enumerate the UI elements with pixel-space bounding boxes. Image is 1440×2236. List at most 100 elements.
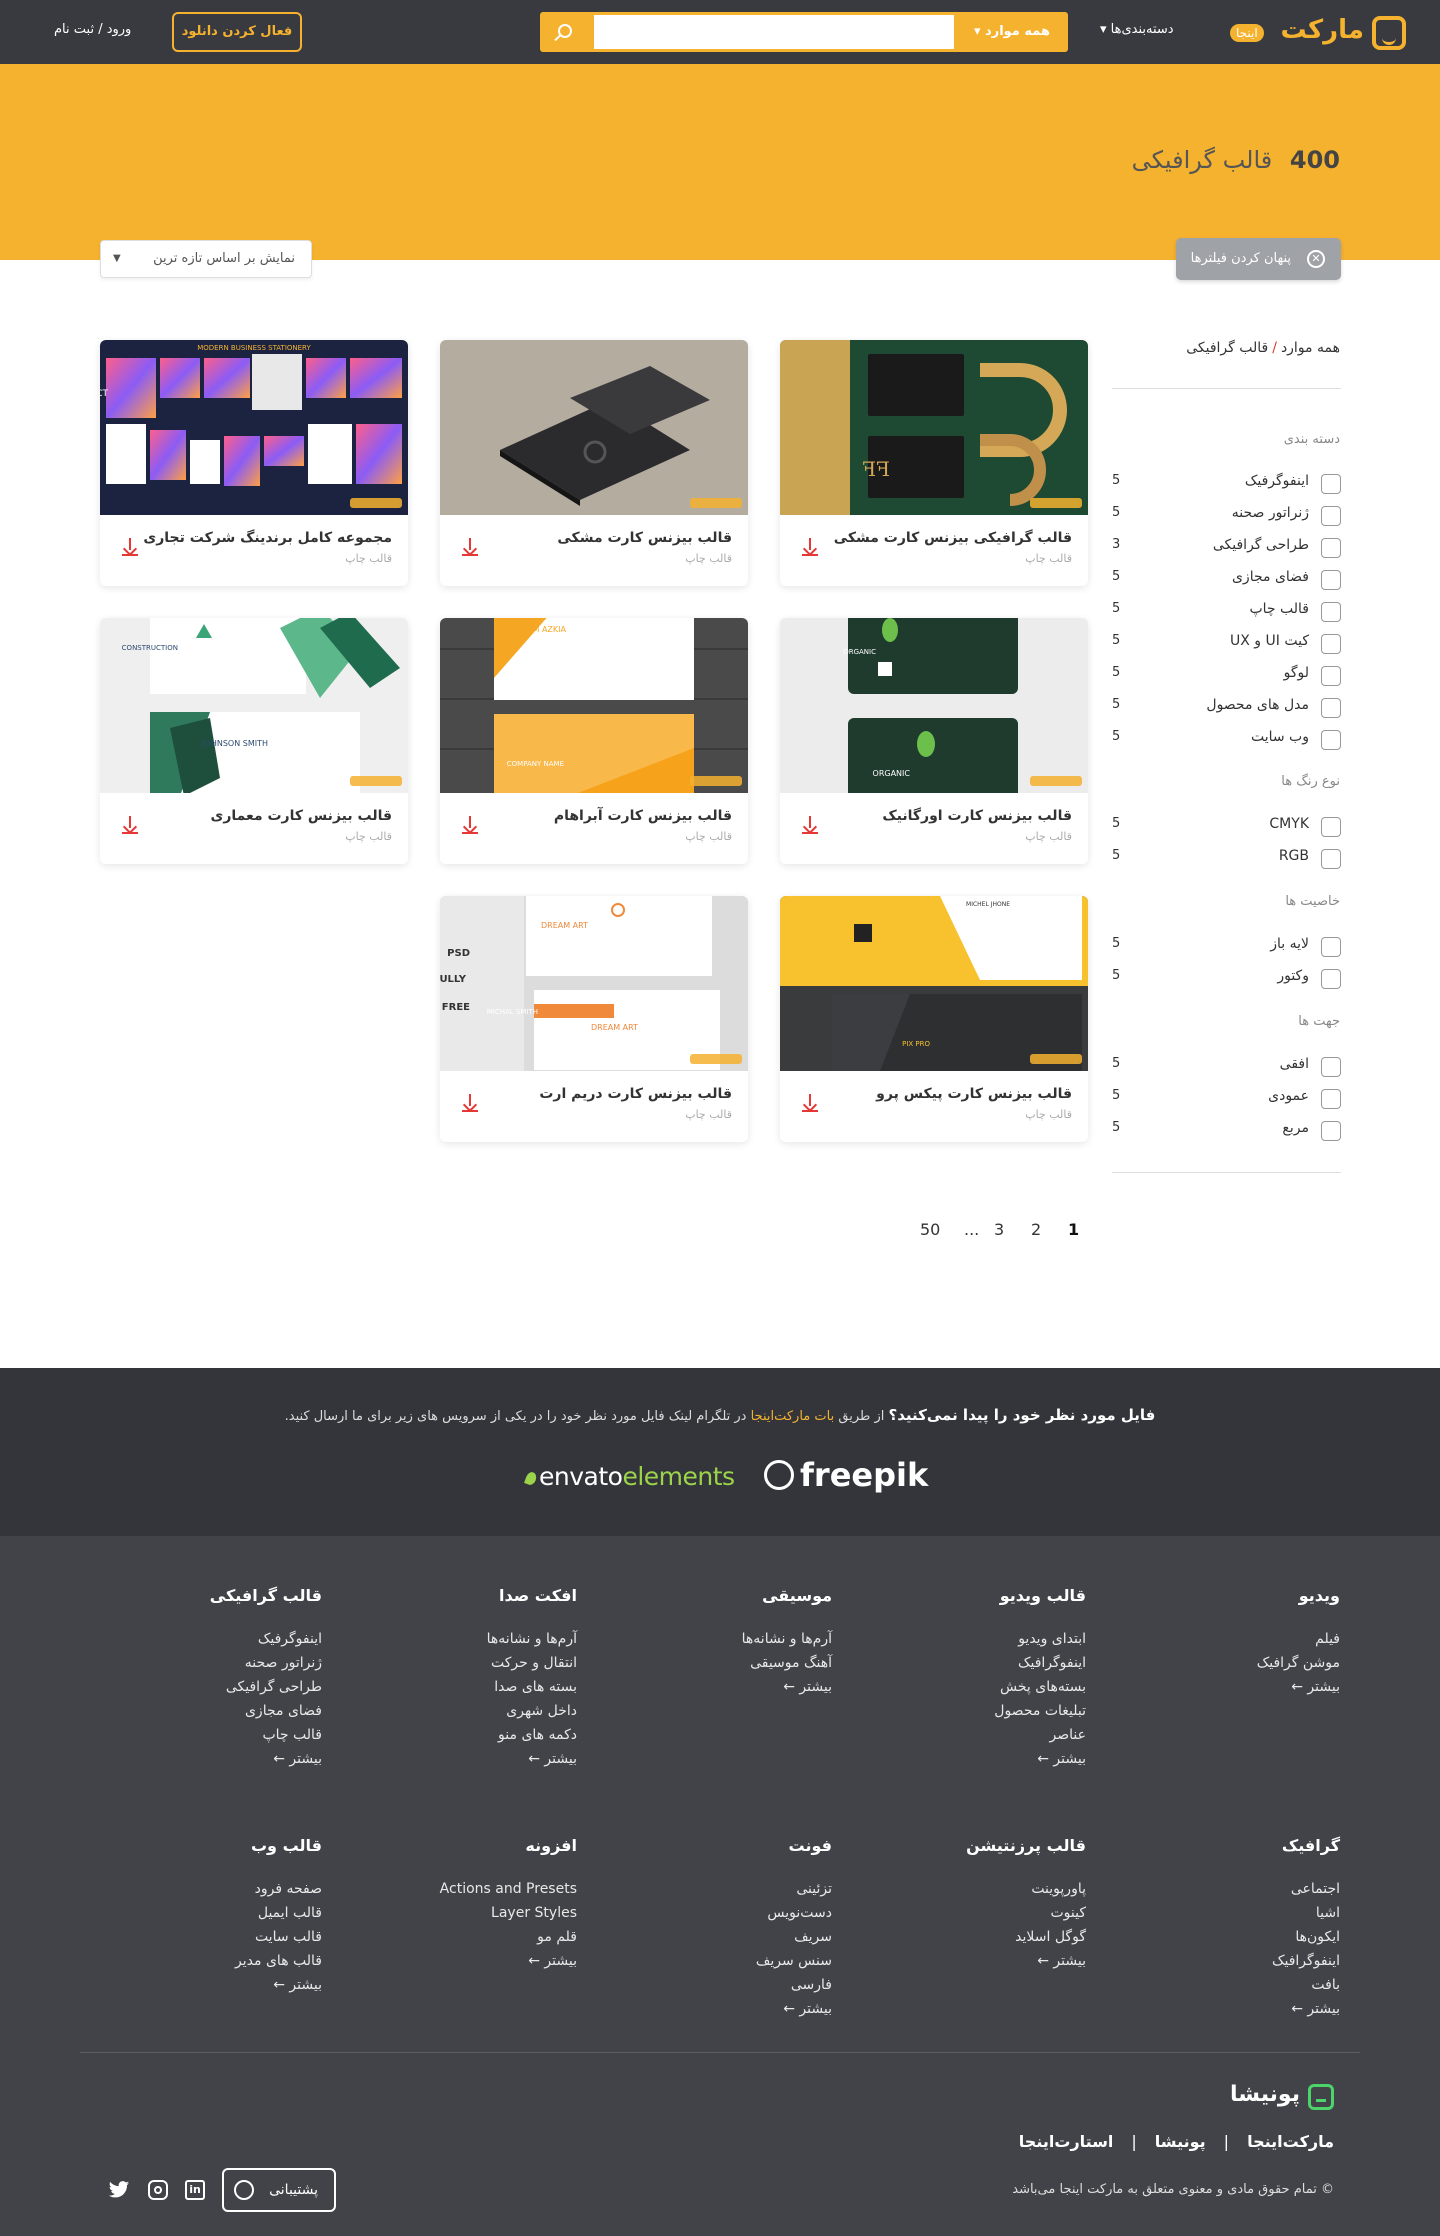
footer-link[interactable]: اجتماعی (1140, 1877, 1340, 1901)
footer-link[interactable]: طراحی گرافیکی (122, 1675, 322, 1699)
telegram-bot-link[interactable]: بات مارکت‌اینجا (751, 1409, 835, 1424)
product-title[interactable]: قالب بیزنس کارت مشکی (557, 530, 732, 546)
checkbox[interactable] (1321, 730, 1341, 750)
download-icon[interactable] (462, 538, 478, 556)
footer-link[interactable]: قالب ایمیل (122, 1901, 322, 1925)
download-icon[interactable] (802, 1094, 818, 1112)
product-title[interactable]: قالب بیزنس کارت دریم ارت (539, 1086, 732, 1102)
product-card[interactable]: CONSTRUCTION JOHNSON SMITH قالب بیزنس کا… (100, 618, 408, 864)
filter-option[interactable]: فضای مجازی 5 (1112, 568, 1341, 590)
brand-link-pooneesha[interactable]: پونیشا (1155, 2132, 1206, 2151)
footer-link[interactable]: Actions and Presets (377, 1877, 577, 1901)
product-title[interactable]: قالب بیزنس کارت آبراهام (554, 808, 732, 824)
product-title[interactable]: قالب بیزنس کارت پیکس پرو (876, 1086, 1072, 1102)
product-thumbnail[interactable]: ORGANIC ORGANIC (780, 618, 1088, 793)
footer-link[interactable]: پاورپوینت (886, 1877, 1086, 1901)
page-link[interactable]: 1 (1068, 1220, 1079, 1239)
breadcrumb-root[interactable]: همه موارد (1281, 340, 1340, 356)
footer-link[interactable]: اینفوگرافیک (1140, 1949, 1340, 1973)
product-title[interactable]: قالب بیزنس کارت معماری (211, 808, 392, 824)
checkbox[interactable] (1321, 1057, 1341, 1077)
page-link[interactable]: 2 (1031, 1220, 1041, 1239)
footer-link[interactable]: اینفوگرفیک (122, 1627, 322, 1651)
page-link[interactable]: 3 (994, 1220, 1004, 1239)
product-card[interactable]: MICHEL JHONE PIX PRO قالب بیزنس کارت پیک… (780, 896, 1088, 1142)
filter-option[interactable]: مدل های محصول 5 (1112, 696, 1341, 718)
footer-link[interactable]: آرم‌ها و نشانه‌ها (632, 1627, 832, 1651)
product-title[interactable]: قالب بیزنس کارت اورگانیک (882, 808, 1072, 824)
pooneesha-logo[interactable]: پونیشا (1208, 2082, 1334, 2112)
product-thumbnail[interactable]: ABRAHAM AZKIA COMPANY NAME (440, 618, 748, 793)
hide-filters-button[interactable]: ✕ پنهان کردن فیلترها (1176, 238, 1341, 280)
footer-link[interactable]: بسته های صدا (377, 1675, 577, 1699)
download-icon[interactable] (802, 538, 818, 556)
brand-link-market[interactable]: مارکت‌اینجا (1247, 2132, 1334, 2151)
footer-more-link[interactable]: بیشتر ← (632, 1675, 832, 1699)
checkbox[interactable] (1321, 937, 1341, 957)
download-icon[interactable] (462, 1094, 478, 1112)
product-card[interactable]: MODERN BUSINESS STATIONERY BSTRACT مجموع… (100, 340, 408, 586)
download-icon[interactable] (462, 816, 478, 834)
filter-option[interactable]: افقی 5 (1112, 1055, 1341, 1077)
filter-option[interactable]: طراحی گرافیکی 3 (1112, 536, 1341, 558)
checkbox[interactable] (1321, 849, 1341, 869)
checkbox[interactable] (1321, 570, 1341, 590)
footer-link[interactable]: Layer Styles (377, 1901, 577, 1925)
product-thumbnail[interactable]: PSD FULLY FREE DREAM ART MICHAL SMITH DR… (440, 896, 748, 1071)
search-category-select[interactable]: همه موارد ▾ (956, 12, 1068, 52)
footer-link[interactable]: سریف (632, 1925, 832, 1949)
product-title[interactable]: مجموعه کامل برندینگ شرکت تجاری (143, 530, 392, 546)
product-thumbnail[interactable]: CONSTRUCTION JOHNSON SMITH (100, 618, 408, 793)
freepik-logo[interactable]: freepik (764, 1456, 928, 1494)
footer-link[interactable]: تبلیغات محصول (886, 1699, 1086, 1723)
checkbox[interactable] (1321, 666, 1341, 686)
footer-link[interactable]: انتقال و حرکت (377, 1651, 577, 1675)
footer-link[interactable]: موشن گرافیک (1140, 1651, 1340, 1675)
checkbox[interactable] (1321, 634, 1341, 654)
instagram-icon[interactable] (148, 2180, 168, 2200)
filter-option[interactable]: قالب چاپ 5 (1112, 600, 1341, 622)
product-card[interactable]: ORGANIC ORGANIC قالب بیزنس کارت اورگانیک… (780, 618, 1088, 864)
categories-menu[interactable]: دسته‌بندی‌ها ▾ (1100, 22, 1174, 37)
footer-more-link[interactable]: بیشتر ← (377, 1747, 577, 1771)
checkbox[interactable] (1321, 1121, 1341, 1141)
download-icon[interactable] (122, 538, 138, 556)
download-icon[interactable] (122, 816, 138, 834)
brand-link-start[interactable]: استارت‌اینجا (1019, 2132, 1114, 2151)
footer-link[interactable]: فیلم (1140, 1627, 1340, 1651)
checkbox[interactable] (1321, 817, 1341, 837)
page-link[interactable]: 50 (920, 1220, 940, 1239)
checkbox[interactable] (1321, 602, 1341, 622)
support-button[interactable]: پشتیبانی (222, 2168, 336, 2212)
footer-more-link[interactable]: بیشتر ← (122, 1747, 322, 1771)
linkedin-icon[interactable]: in (185, 2180, 205, 2200)
footer-link[interactable]: گوگل اسلاید (886, 1925, 1086, 1949)
footer-link[interactable]: اشیا (1140, 1901, 1340, 1925)
footer-link[interactable]: دست‌نویس (632, 1901, 832, 1925)
footer-link[interactable]: ابتدای ویدیو (886, 1627, 1086, 1651)
footer-link[interactable]: قالب سایت (122, 1925, 322, 1949)
product-title[interactable]: قالب گرافیکی بیزنس کارت مشکی (834, 530, 1072, 546)
footer-link[interactable]: فارسی (632, 1973, 832, 1997)
footer-more-link[interactable]: بیشتر ← (122, 1973, 322, 1997)
footer-link[interactable]: آرم‌ها و نشانه‌ها (377, 1627, 577, 1651)
footer-more-link[interactable]: بیشتر ← (1140, 1997, 1340, 2021)
footer-link[interactable]: ژنراتور صحنه (122, 1651, 322, 1675)
footer-link[interactable]: داخل شهری (377, 1699, 577, 1723)
product-card[interactable]: ABRAHAM AZKIA COMPANY NAME قالب بیزنس کا… (440, 618, 748, 864)
envato-elements-logo[interactable]: envatoelements (524, 1462, 735, 1491)
twitter-icon[interactable] (108, 2180, 130, 2200)
footer-link[interactable]: صفحه فرود (122, 1877, 322, 1901)
checkbox[interactable] (1321, 474, 1341, 494)
footer-link[interactable]: کینوت (886, 1901, 1086, 1925)
filter-option[interactable]: اینفوگرفیک 5 (1112, 472, 1341, 494)
filter-option[interactable]: لوگو 5 (1112, 664, 1341, 686)
filter-option[interactable]: CMYK 5 (1112, 815, 1341, 837)
footer-more-link[interactable]: بیشتر ← (886, 1747, 1086, 1771)
checkbox[interactable] (1321, 538, 1341, 558)
download-icon[interactable] (802, 816, 818, 834)
footer-link[interactable]: فضای مجازی (122, 1699, 322, 1723)
product-thumbnail[interactable]: MODERN BUSINESS STATIONERY BSTRACT (100, 340, 408, 515)
checkbox[interactable] (1321, 1089, 1341, 1109)
footer-link[interactable]: تزئینی (632, 1877, 832, 1901)
